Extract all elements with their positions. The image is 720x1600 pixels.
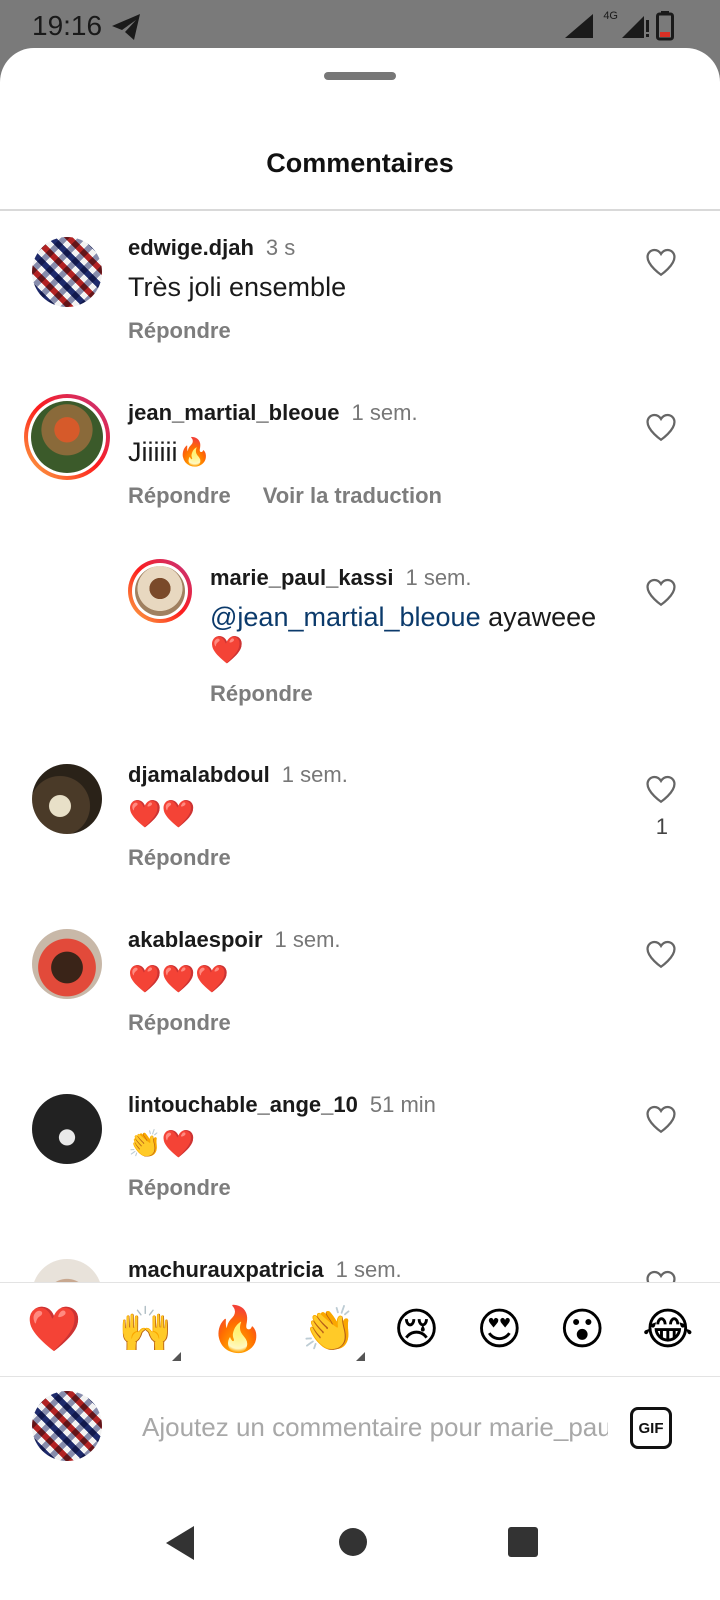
status-icons: 4G (563, 10, 674, 42)
signal-icon (565, 14, 594, 38)
gif-button[interactable]: GIF (630, 1407, 672, 1449)
comment-text: Jiiiiii🔥 (128, 437, 212, 467)
avatar[interactable] (32, 237, 102, 307)
comment-time: 1 sem. (281, 762, 348, 787)
comment-time: 3 s (265, 235, 296, 260)
skin-tone-indicator (355, 1351, 365, 1361)
avatar[interactable] (128, 559, 192, 623)
reaction-surprised[interactable]: 😮 (559, 1304, 605, 1355)
comment-text: Très joli ensemble (128, 272, 347, 302)
avatar[interactable] (32, 764, 102, 834)
reaction-raised-hands[interactable]: 🙌 (118, 1303, 182, 1361)
reply-button[interactable]: Répondre (128, 483, 231, 508)
reaction-laughing[interactable]: 😂 (642, 1304, 693, 1355)
avatar[interactable] (32, 1259, 102, 1283)
reply-button[interactable]: Répondre (128, 1175, 231, 1200)
comment-username[interactable]: akablaespoir (128, 927, 263, 952)
reply-button[interactable]: Répondre (128, 845, 231, 870)
reaction-heart-eyes[interactable]: 😍 (476, 1304, 522, 1355)
heart-outline-icon[interactable] (644, 575, 678, 609)
user-avatar (32, 1391, 102, 1461)
reaction-fire[interactable]: 🔥 (210, 1304, 265, 1355)
comment-text: ❤️❤️❤️ (128, 964, 229, 994)
battery-icon (656, 11, 674, 41)
comment-composer: GIF (0, 1376, 720, 1486)
comment-username[interactable]: jean_martial_bleoue (128, 400, 340, 425)
comment-username[interactable]: machurauxpatricia (128, 1257, 324, 1282)
translate-button[interactable]: Voir la traduction (263, 483, 442, 508)
reaction-heart[interactable]: ❤️ (26, 1304, 81, 1355)
reaction-clap[interactable]: 👏 (301, 1303, 365, 1361)
comment-time: 1 sem. (274, 927, 341, 952)
mention-link[interactable]: @jean_martial_bleoue (210, 602, 481, 632)
quick-reactions-bar: ❤️ 🙌 🔥 👏 😢 😍 😮 😂 (0, 1282, 720, 1376)
recents-square-icon[interactable] (508, 1527, 538, 1557)
comment-username[interactable]: lintouchable_ange_10 (128, 1092, 358, 1117)
comments-list[interactable]: edwige.djah 3 s Très joli ensemble Répond… (0, 211, 720, 1283)
status-time: 19:16 (32, 10, 103, 41)
heart-outline-icon[interactable] (644, 245, 678, 279)
drag-handle[interactable] (324, 72, 396, 80)
comment-time: 1 sem. (335, 1257, 402, 1282)
comment-time: 51 min (369, 1092, 436, 1117)
sheet-title: Commentaires (266, 148, 454, 178)
heart-outline-icon[interactable] (644, 410, 678, 444)
avatar[interactable] (32, 929, 102, 999)
reaction-raised-hands-emoji: 🙌 (118, 1303, 174, 1355)
avatar[interactable] (32, 1094, 102, 1164)
comment-username[interactable]: djamalabdoul (128, 762, 270, 787)
reply-button[interactable]: Répondre (128, 1010, 231, 1035)
network-type: 4G (603, 10, 618, 22)
comment-text: 👏❤️ (128, 1129, 196, 1159)
reaction-clap-emoji: 👏 (301, 1303, 357, 1355)
reply-button[interactable]: Répondre (210, 681, 313, 706)
skin-tone-indicator (172, 1351, 182, 1361)
avatar[interactable] (24, 394, 110, 480)
heart-outline-icon[interactable] (644, 1267, 678, 1283)
comment-text: ❤️❤️ (128, 799, 196, 829)
reaction-crying[interactable]: 😢 (394, 1304, 440, 1355)
back-triangle-icon[interactable] (166, 1526, 194, 1560)
home-circle-icon[interactable] (339, 1528, 367, 1556)
comment-username[interactable]: edwige.djah (128, 235, 254, 260)
comment-username[interactable]: marie_paul_kassi (210, 565, 393, 590)
reply-button[interactable]: Répondre (128, 318, 231, 343)
comment-time: 1 sem. (405, 565, 472, 590)
comment-time: 1 sem. (351, 400, 418, 425)
heart-outline-icon[interactable] (644, 1102, 678, 1136)
like-count: 1 (655, 814, 668, 839)
system-nav-bar (0, 1486, 720, 1600)
signal-alert-icon (622, 16, 649, 38)
heart-outline-icon[interactable] (644, 937, 678, 971)
heart-outline-icon[interactable] (644, 772, 678, 806)
comment-input[interactable] (142, 1407, 608, 1447)
comments-sheet: Commentaires edwige.djah 3 s Très joli en… (0, 48, 720, 1600)
telegram-icon (112, 14, 140, 40)
